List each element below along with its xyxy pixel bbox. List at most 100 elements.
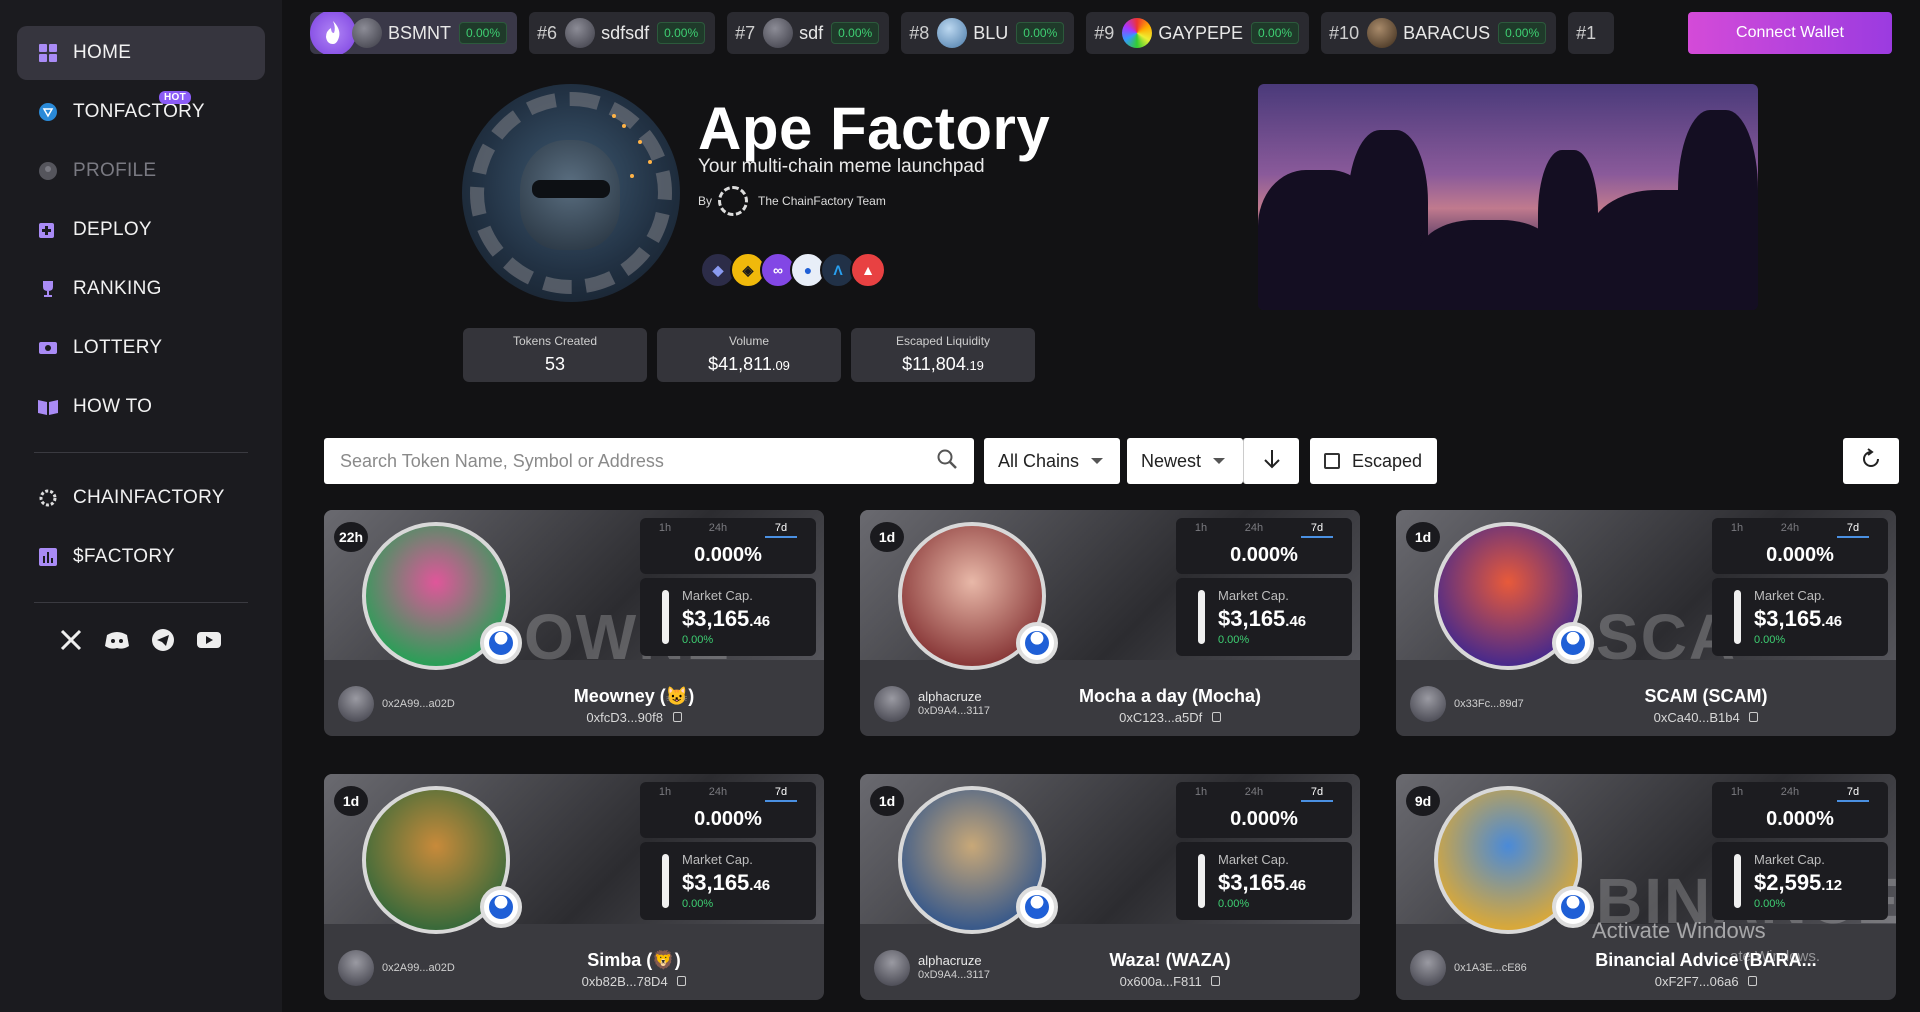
social-links	[58, 627, 282, 653]
token-address: 0x600a...F811	[1020, 974, 1320, 989]
creator-info[interactable]: 0x1A3E...cE86	[1410, 950, 1527, 986]
market-cap-panel: Market Cap. $3,165.46 0.00%	[640, 842, 816, 920]
telegram-icon[interactable]	[150, 627, 176, 653]
creator-info[interactable]: alphacruze 0xD9A4...3117	[874, 950, 990, 986]
ticker-item[interactable]: #7 sdf 0.00%	[727, 12, 890, 54]
trending-ticker: BSMNT 0.00% #6 sdfsdf 0.00% #7 sdf 0.00%…	[310, 12, 1658, 54]
token-card[interactable]: SCA 1d 1h 24h 7d 0.000% Market Cap. $3,1…	[1396, 510, 1896, 736]
creator-info[interactable]: 0x2A99...a02D	[338, 950, 455, 986]
youtube-icon[interactable]	[196, 627, 222, 653]
copy-icon[interactable]	[672, 712, 682, 722]
user-icon	[37, 160, 59, 182]
tab-1h[interactable]: 1h	[659, 522, 671, 538]
creator-address: 0x2A99...a02D	[382, 962, 455, 974]
ticker-item[interactable]: #10 BARACUS 0.00%	[1321, 12, 1557, 54]
copy-icon[interactable]	[1749, 712, 1759, 722]
creator-info[interactable]: 0x33Fc...89d7	[1410, 686, 1524, 722]
token-age-badge: 1d	[870, 786, 904, 816]
activate-windows-sub: ate Windows.	[1730, 948, 1821, 965]
tab-7d[interactable]: 7d	[1836, 522, 1870, 538]
discord-icon[interactable]	[104, 627, 130, 653]
creator-info[interactable]: 0x2A99...a02D	[338, 686, 455, 722]
market-cap-panel: Market Cap. $3,165.46 0.00%	[1176, 842, 1352, 920]
token-address: 0xF2F7...06a6	[1556, 974, 1856, 989]
token-name: Mocha a day (Mocha)	[1078, 686, 1262, 706]
creator-avatar	[1410, 950, 1446, 986]
token-address: 0xC123...a5Df	[1020, 710, 1320, 725]
base-chain-icon	[480, 886, 522, 928]
sidebar-item-ranking[interactable]: RANKING	[17, 262, 265, 316]
stat-value: 53	[544, 354, 566, 374]
x-twitter-icon[interactable]	[58, 627, 84, 653]
tab-24h[interactable]: 24h	[709, 786, 727, 802]
market-cap-change: 0.00%	[1754, 898, 1786, 910]
sort-direction-button[interactable]	[1243, 438, 1299, 484]
connect-wallet-button[interactable]: Connect Wallet	[1688, 12, 1892, 54]
escaped-filter-toggle[interactable]: Escaped	[1310, 438, 1437, 484]
page-title: Ape Factory	[698, 95, 1051, 162]
token-avatar	[565, 18, 596, 48]
market-cap-value: $2,595.12	[1754, 870, 1843, 895]
tab-7d[interactable]: 7d	[764, 522, 798, 538]
tab-1h[interactable]: 1h	[659, 786, 671, 802]
tab-24h[interactable]: 24h	[1245, 786, 1263, 802]
sidebar-item-deploy[interactable]: DEPLOY	[17, 203, 265, 257]
token-card[interactable]: BINANCE 9d 1h 24h 7d 0.000% Market Cap. …	[1396, 774, 1896, 1000]
tab-1h[interactable]: 1h	[1731, 522, 1743, 538]
tab-24h[interactable]: 24h	[709, 522, 727, 538]
copy-icon[interactable]	[677, 976, 687, 986]
fire-icon	[310, 12, 356, 54]
market-cap-value: $3,165.46	[1754, 606, 1843, 631]
token-avatar	[352, 18, 382, 48]
chain-select[interactable]: All Chains	[984, 438, 1120, 484]
ticker-item[interactable]: #6 sdfsdf 0.00%	[529, 12, 716, 54]
tab-1h[interactable]: 1h	[1195, 522, 1207, 538]
market-cap-bar	[1198, 854, 1205, 908]
escaped-label: Escaped	[1352, 450, 1423, 471]
tab-1h[interactable]: 1h	[1195, 786, 1207, 802]
ticker-item[interactable]: #9 GAYPEPE 0.00%	[1086, 12, 1310, 54]
checkbox-icon	[1324, 453, 1340, 469]
sidebar-item-label: DEPLOY	[73, 219, 152, 240]
token-card[interactable]: 1d 1h 24h 7d 0.000% Market Cap. $3,165.4…	[860, 510, 1360, 736]
creator-avatar	[874, 686, 910, 722]
search-icon[interactable]	[936, 448, 958, 475]
copy-icon[interactable]	[1211, 712, 1221, 722]
tab-24h[interactable]: 24h	[1245, 522, 1263, 538]
market-cap-label: Market Cap.	[1218, 852, 1289, 867]
tab-7d[interactable]: 7d	[1300, 522, 1334, 538]
tab-24h[interactable]: 24h	[1781, 522, 1799, 538]
sidebar-item-factory-token[interactable]: $FACTORY	[17, 530, 265, 584]
tab-7d[interactable]: 7d	[1300, 786, 1334, 802]
search-bar	[324, 438, 974, 484]
hot-badge: HOT	[159, 91, 192, 104]
tab-7d[interactable]: 7d	[1836, 786, 1870, 802]
tab-1h[interactable]: 1h	[1731, 786, 1743, 802]
ticker-item[interactable]: BSMNT 0.00%	[310, 12, 518, 54]
hero-banner-image	[1258, 84, 1758, 310]
sidebar-item-howto[interactable]: HOW TO	[17, 380, 265, 434]
creator-info[interactable]: alphacruze 0xD9A4...3117	[874, 686, 990, 722]
market-cap-label: Market Cap.	[682, 852, 753, 867]
token-card[interactable]: OWNE 22h 1h 24h 7d 0.000% Market Cap. $3…	[324, 510, 824, 736]
refresh-button[interactable]	[1843, 438, 1899, 484]
market-cap-change: 0.00%	[1218, 898, 1250, 910]
market-cap-value: $3,165.46	[1218, 606, 1307, 631]
token-card[interactable]: 1d 1h 24h 7d 0.000% Market Cap. $3,165.4…	[324, 774, 824, 1000]
copy-icon[interactable]	[1211, 976, 1221, 986]
sidebar-item-chainfactory[interactable]: CHAINFACTORY	[17, 471, 265, 525]
tab-7d[interactable]: 7d	[764, 786, 798, 802]
ticker-item[interactable]: #1	[1568, 12, 1615, 54]
sidebar-item-profile[interactable]: PROFILE	[17, 144, 265, 198]
sidebar-item-tonfactory[interactable]: TONFACTORY HOT	[17, 85, 265, 139]
copy-icon[interactable]	[1748, 976, 1758, 986]
token-card[interactable]: 1d 1h 24h 7d 0.000% Market Cap. $3,165.4…	[860, 774, 1360, 1000]
chart-icon	[37, 546, 59, 568]
search-input[interactable]	[340, 450, 936, 472]
sidebar-item-home[interactable]: HOME	[17, 26, 265, 80]
market-cap-bar	[1734, 590, 1741, 644]
sidebar-item-lottery[interactable]: LOTTERY	[17, 321, 265, 375]
sort-select[interactable]: Newest	[1127, 438, 1243, 484]
tab-24h[interactable]: 24h	[1781, 786, 1799, 802]
ticker-item[interactable]: #8 BLU 0.00%	[901, 12, 1075, 54]
